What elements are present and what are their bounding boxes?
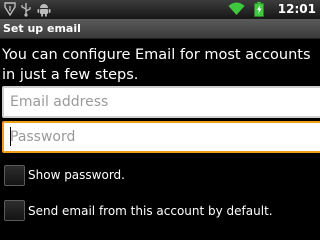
wifi-icon: [228, 2, 245, 15]
show-password-label[interactable]: Show password.: [28, 167, 125, 183]
usb-debug-icon: [4, 2, 16, 16]
password-field[interactable]: [2, 121, 320, 153]
show-password-checkbox[interactable]: [4, 165, 25, 186]
battery-icon: [254, 2, 264, 17]
android-icon: [37, 4, 51, 17]
status-bar: 12:01: [0, 0, 320, 19]
title-bar: Set up email: [0, 19, 320, 39]
default-account-checkbox[interactable]: [4, 200, 25, 221]
status-clock: 12:01: [277, 2, 316, 16]
page-title: Set up email: [3, 22, 81, 35]
instructions-text: You can configure Email for most account…: [2, 47, 311, 83]
email-field[interactable]: [2, 86, 320, 118]
usb-connected-icon: [21, 3, 31, 17]
default-account-label[interactable]: Send email from this account by default.: [28, 203, 273, 219]
text-cursor: [10, 127, 11, 146]
